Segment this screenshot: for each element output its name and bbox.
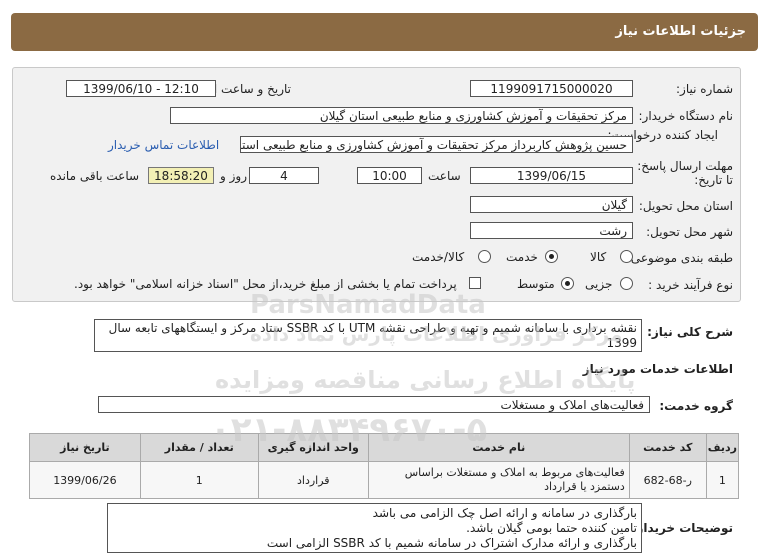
province-field[interactable]: گیلان [470,196,633,213]
category-option-goods: کالا [590,250,607,264]
cell-qty: 1 [139,461,259,499]
services-section-title: اطلاعات خدمات مورد نیاز [582,362,733,376]
creator-field[interactable]: حسین پژوهش کاربرداز مرکز تحقیقات و آموزش… [240,136,633,153]
need-number-label: شماره نیاز: [676,82,733,96]
watermark-line: پایگاه اطلاع رسانی مناقصه ومزایده [215,366,636,394]
deadline-label: مهلت ارسال پاسخ: تا تاریخ: [637,159,733,187]
description-field[interactable]: نقشه برداری با سامانه شمیم و تهیه و طراح… [94,319,642,352]
page-title: جزئیات اطلاعات نیاز [615,24,746,39]
category-radio-goods[interactable] [620,250,633,263]
city-label: شهر محل تحویل: [646,225,733,239]
notes-line: تامین کننده حتما بومی گیلان باشد. [466,521,637,535]
remaining-time-field: 18:58:20 [148,167,214,184]
table-header-row: ردیف کد خدمت نام خدمت واحد اندازه گیری ت… [29,433,740,462]
category-radio-service[interactable] [545,250,558,263]
need-number-field[interactable]: 1199091715000020 [470,80,633,97]
col-header-unit: واحد اندازه گیری [257,433,369,462]
buyer-contact-link[interactable]: اطلاعات تماس خریدار [108,138,219,152]
category-option-goods-service: کالا/خدمت [412,250,465,264]
process-radio-medium[interactable] [561,277,574,290]
days-remaining-field[interactable]: 4 [249,167,319,184]
treasury-payment-note: پرداخت تمام یا بخشی از مبلغ خرید،از محل … [74,277,457,291]
treasury-payment-checkbox[interactable] [469,277,481,289]
cell-row: 1 [705,461,740,499]
process-option-medium: متوسط [517,277,555,291]
process-label: نوع فرآیند خرید : [648,278,733,292]
process-radio-minor[interactable] [620,277,633,290]
buyer-field[interactable]: مرکز تحقیقات و آموزش کشاورزی و منابع طبی… [170,107,633,124]
category-option-service: خدمت [506,250,538,264]
col-header-name: نام خدمت [367,433,630,462]
notes-line: بارگذاری و ارائه مدارک اشتراک در سامانه … [266,536,637,550]
city-field[interactable]: رشت [470,222,633,239]
col-header-date: تاریخ نیاز [29,433,141,462]
col-header-qty: تعداد / مقدار [139,433,259,462]
cell-unit: قرارداد [257,461,369,499]
service-group-field[interactable]: فعالیت‌های املاک و مستغلات [98,396,650,413]
table-row: 1 ر-68-682 فعالیت‌های مربوط به املاک و م… [29,461,740,499]
col-header-code: کد خدمت [628,433,707,462]
category-radio-goods-service[interactable] [478,250,491,263]
page-header: جزئیات اطلاعات نیاز [11,13,758,51]
cell-date: 1399/06/26 [29,461,141,499]
notes-label: توضیحات خریدار: [631,521,733,535]
announce-date-field[interactable]: 1399/06/10 - 12:10 [66,80,216,97]
deadline-time-field[interactable]: 10:00 [357,167,422,184]
deadline-date-field[interactable]: 1399/06/15 [470,167,633,184]
cell-code: ر-68-682 [628,461,707,499]
buyer-label: نام دستگاه خریدار: [638,109,734,123]
deadline-time-label: ساعت [428,169,461,183]
process-option-minor: جزیی [585,277,613,291]
service-group-label: گروه خدمت: [659,399,733,413]
province-label: استان محل تحویل: [638,199,733,213]
notes-line: بارگذاری در سامانه و ارائه اصل چک الزامی… [372,506,637,520]
notes-field[interactable]: بارگذاری در سامانه و ارائه اصل چک الزامی… [107,503,642,553]
cell-name: فعالیت‌های مربوط به املاک و مستغلات براس… [367,461,630,499]
col-header-row: ردیف [705,433,740,462]
days-label: روز و [220,169,247,183]
form-panel [12,67,741,302]
remaining-time-label: ساعت باقی مانده [50,169,140,183]
category-label: طبقه بندی موضوعی: [626,251,733,265]
services-table: ردیف کد خدمت نام خدمت واحد اندازه گیری ت… [29,433,740,499]
description-label: شرح کلی نیاز: [647,325,733,339]
